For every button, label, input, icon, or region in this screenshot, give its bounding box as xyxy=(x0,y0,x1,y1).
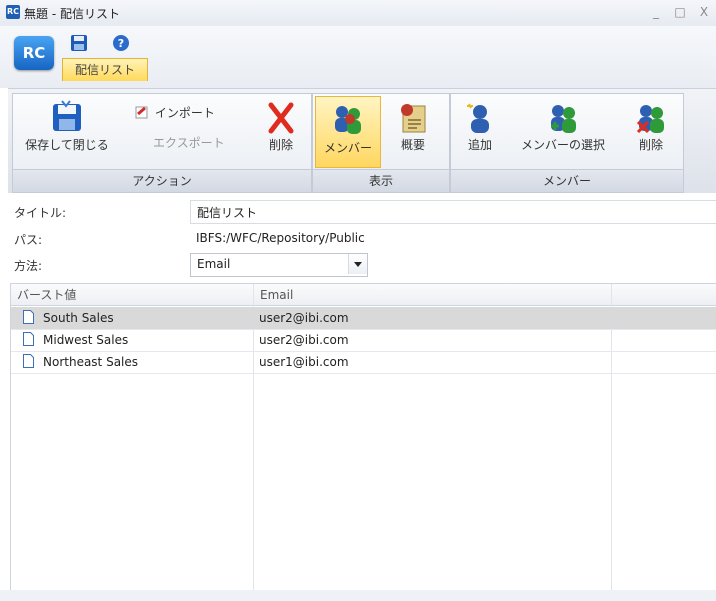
select-members-icon xyxy=(551,105,576,133)
help-icon[interactable]: ? xyxy=(112,34,130,52)
select-members-button[interactable]: メンバーの選択 xyxy=(511,102,615,153)
svg-text:?: ? xyxy=(118,37,124,50)
email-value: user2@ibi.com xyxy=(259,333,349,347)
method-select-value: Email xyxy=(197,257,231,271)
burst-value: Midwest Sales xyxy=(43,333,129,347)
column-header-burst[interactable]: バースト値 xyxy=(11,284,253,306)
burst-value: South Sales xyxy=(43,311,114,325)
minimize-button[interactable]: _ xyxy=(648,3,664,21)
table-row[interactable]: Northeast Sales user1@ibi.com xyxy=(11,351,716,374)
email-value: user1@ibi.com xyxy=(259,355,349,369)
path-value: IBFS:/WFC/Repository/Public xyxy=(196,231,365,245)
members-view-label: メンバー xyxy=(323,141,372,155)
path-label: パス: xyxy=(14,233,43,247)
app-icon: RC xyxy=(6,5,20,19)
import-label: インポート xyxy=(154,106,215,120)
ribbon-group-actions: 保存して閉じる インポート エクスポート 削除 アクション xyxy=(12,93,312,193)
summary-view-button[interactable]: 概要 xyxy=(383,102,443,153)
delete-member-button[interactable]: 削除 xyxy=(627,102,675,153)
ribbon-group-members: 追加 メンバーの選択 削除 メンバー xyxy=(450,93,684,193)
save-close-button[interactable]: 保存して閉じる xyxy=(19,100,115,153)
import-icon xyxy=(135,106,148,119)
close-button[interactable]: X xyxy=(696,3,712,21)
document-icon xyxy=(23,354,34,368)
method-select[interactable]: Email xyxy=(190,253,368,277)
window-title-bar: RC 無題 - 配信リスト _ □ X xyxy=(0,0,716,27)
title-label: タイトル: xyxy=(14,206,67,220)
method-label: 方法: xyxy=(14,259,43,273)
export-button[interactable]: エクスポート xyxy=(153,134,253,151)
add-member-icon xyxy=(467,103,489,133)
delete-member-icon xyxy=(636,105,664,134)
add-member-button[interactable]: 追加 xyxy=(457,102,503,153)
title-input-value: 配信リスト xyxy=(197,206,258,220)
tab-distribution-list[interactable]: 配信リスト xyxy=(62,58,148,81)
chevron-down-icon[interactable] xyxy=(348,254,367,274)
import-button[interactable]: インポート xyxy=(135,104,235,121)
export-label: エクスポート xyxy=(153,136,225,150)
save-close-icon xyxy=(53,100,81,131)
save-close-label: 保存して閉じる xyxy=(25,138,109,152)
members-icon xyxy=(335,106,361,134)
status-bar xyxy=(0,590,716,601)
window-title: 無題 - 配信リスト xyxy=(24,7,120,21)
summary-view-label: 概要 xyxy=(400,138,425,152)
actions-group-label: アクション xyxy=(13,169,311,192)
table-row[interactable]: South Sales user2@ibi.com xyxy=(11,307,716,330)
add-member-label: 追加 xyxy=(467,138,492,152)
quick-save-icon[interactable] xyxy=(70,34,88,52)
ribbon: 保存して閉じる インポート エクスポート 削除 アクション メンバー 概要 表示… xyxy=(8,88,716,193)
delete-member-label: 削除 xyxy=(638,138,663,152)
app-logo-button[interactable]: RC xyxy=(14,36,54,70)
delete-button[interactable]: 削除 xyxy=(257,102,305,153)
column-header-email[interactable]: Email xyxy=(253,284,611,306)
app-bar: RC ? 配信リスト xyxy=(0,26,716,88)
summary-icon xyxy=(401,104,426,133)
delete-label: 削除 xyxy=(268,138,293,152)
table-row[interactable]: Midwest Sales user2@ibi.com xyxy=(11,329,716,352)
email-value: user2@ibi.com xyxy=(259,311,349,325)
view-group-label: 表示 xyxy=(313,169,449,192)
burst-value: Northeast Sales xyxy=(43,355,139,369)
delete-icon xyxy=(268,102,294,134)
document-icon xyxy=(23,310,34,324)
ribbon-group-view: メンバー 概要 表示 xyxy=(312,93,450,193)
members-group-label: メンバー xyxy=(451,169,683,192)
burst-grid: バースト値 Email South Sales user2@ibi.com Mi… xyxy=(10,283,716,591)
members-view-button[interactable]: メンバー xyxy=(315,96,381,168)
maximize-button[interactable]: □ xyxy=(672,3,688,21)
column-header-empty xyxy=(611,284,716,306)
select-members-label: メンバーの選択 xyxy=(520,138,605,152)
document-icon xyxy=(23,332,34,346)
title-input[interactable]: 配信リスト xyxy=(190,200,716,224)
